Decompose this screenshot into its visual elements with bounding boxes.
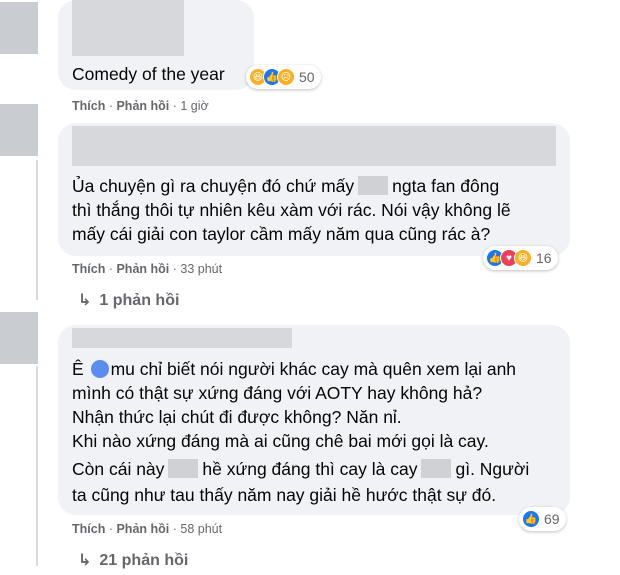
comment-text: Comedy of the year (72, 64, 225, 84)
reply-link[interactable]: Phản hồi (116, 522, 169, 536)
comment-text-line: thì thắng thôi tự nhiên kêu xàm với rác.… (72, 200, 511, 220)
redacted-commenter-name (72, 0, 184, 56)
reply-link[interactable]: Phản hồi (116, 99, 169, 113)
comment-text-line: Ê mu chỉ biết nói người khác cay mà quên… (72, 359, 517, 379)
comment-actions: Thích · Phản hồi · 33 phút (72, 262, 223, 276)
reaction-summary[interactable]: 😆 👍 😥 50 (246, 65, 321, 89)
comment-text-line: mình có thật sự xứng đáng với AOTY hay k… (72, 383, 483, 403)
redacted-commenter-name (72, 126, 556, 166)
comment-text-line: Khi nào xứng đáng mà ai cũng chê bai mới… (72, 431, 489, 451)
redacted-word (421, 459, 452, 478)
comment-time[interactable]: 1 giờ (180, 99, 208, 113)
like-reaction-icon: 👍 (522, 510, 540, 528)
like-link[interactable]: Thích (72, 99, 105, 113)
commenter-avatar[interactable] (0, 312, 38, 364)
reaction-count: 69 (544, 511, 560, 527)
like-link[interactable]: Thích (72, 522, 105, 536)
comment-time[interactable]: 33 phút (180, 262, 222, 276)
thread-line (36, 160, 38, 300)
redacted-word (358, 176, 389, 195)
comment-actions: Thích · Phản hồi · 1 giờ (72, 99, 209, 113)
sad-reaction-icon: 😥 (277, 68, 295, 86)
reply-link[interactable]: Phản hồi (116, 262, 169, 276)
comment-text-line: Còn cái này hề xứng đáng thì cay là cay gì… (72, 459, 530, 479)
comment-text-line: Ủa chuyện gì ra chuyện đó chứ mấy ngta fa… (72, 176, 500, 196)
redacted-commenter-name (72, 328, 292, 348)
thread-line (36, 366, 38, 566)
clown-emoji-icon (90, 360, 109, 378)
reaction-summary[interactable]: 👍 69 (519, 507, 566, 531)
like-link[interactable]: Thích (72, 262, 105, 276)
view-replies-link[interactable]: ↳ 1 phản hồi (78, 290, 179, 310)
comment-text-line: ta cũng như tau thấy năm nay giải hề hướ… (72, 485, 497, 505)
redacted-word (168, 459, 199, 478)
haha-reaction-icon: 😆 (514, 249, 532, 267)
comment-time[interactable]: 58 phút (180, 522, 222, 536)
reply-arrow-icon: ↳ (78, 292, 92, 309)
reaction-count: 50 (299, 69, 315, 85)
comment-actions: Thích · Phản hồi · 58 phút (72, 522, 223, 536)
reply-arrow-icon: ↳ (78, 552, 92, 569)
comment-text-line: mấy cái giải con taylor cầm mấy năm qua … (72, 224, 491, 244)
comment-text-line: Nhận thức lại chút đi được không? Năn nỉ… (72, 407, 402, 427)
commenter-avatar[interactable] (0, 104, 38, 156)
commenter-avatar[interactable] (0, 2, 38, 54)
reaction-summary[interactable]: 👍 ♥ 😆 16 (483, 246, 558, 270)
reaction-count: 16 (536, 250, 552, 266)
view-replies-link[interactable]: ↳ 21 phản hồi (78, 550, 188, 570)
